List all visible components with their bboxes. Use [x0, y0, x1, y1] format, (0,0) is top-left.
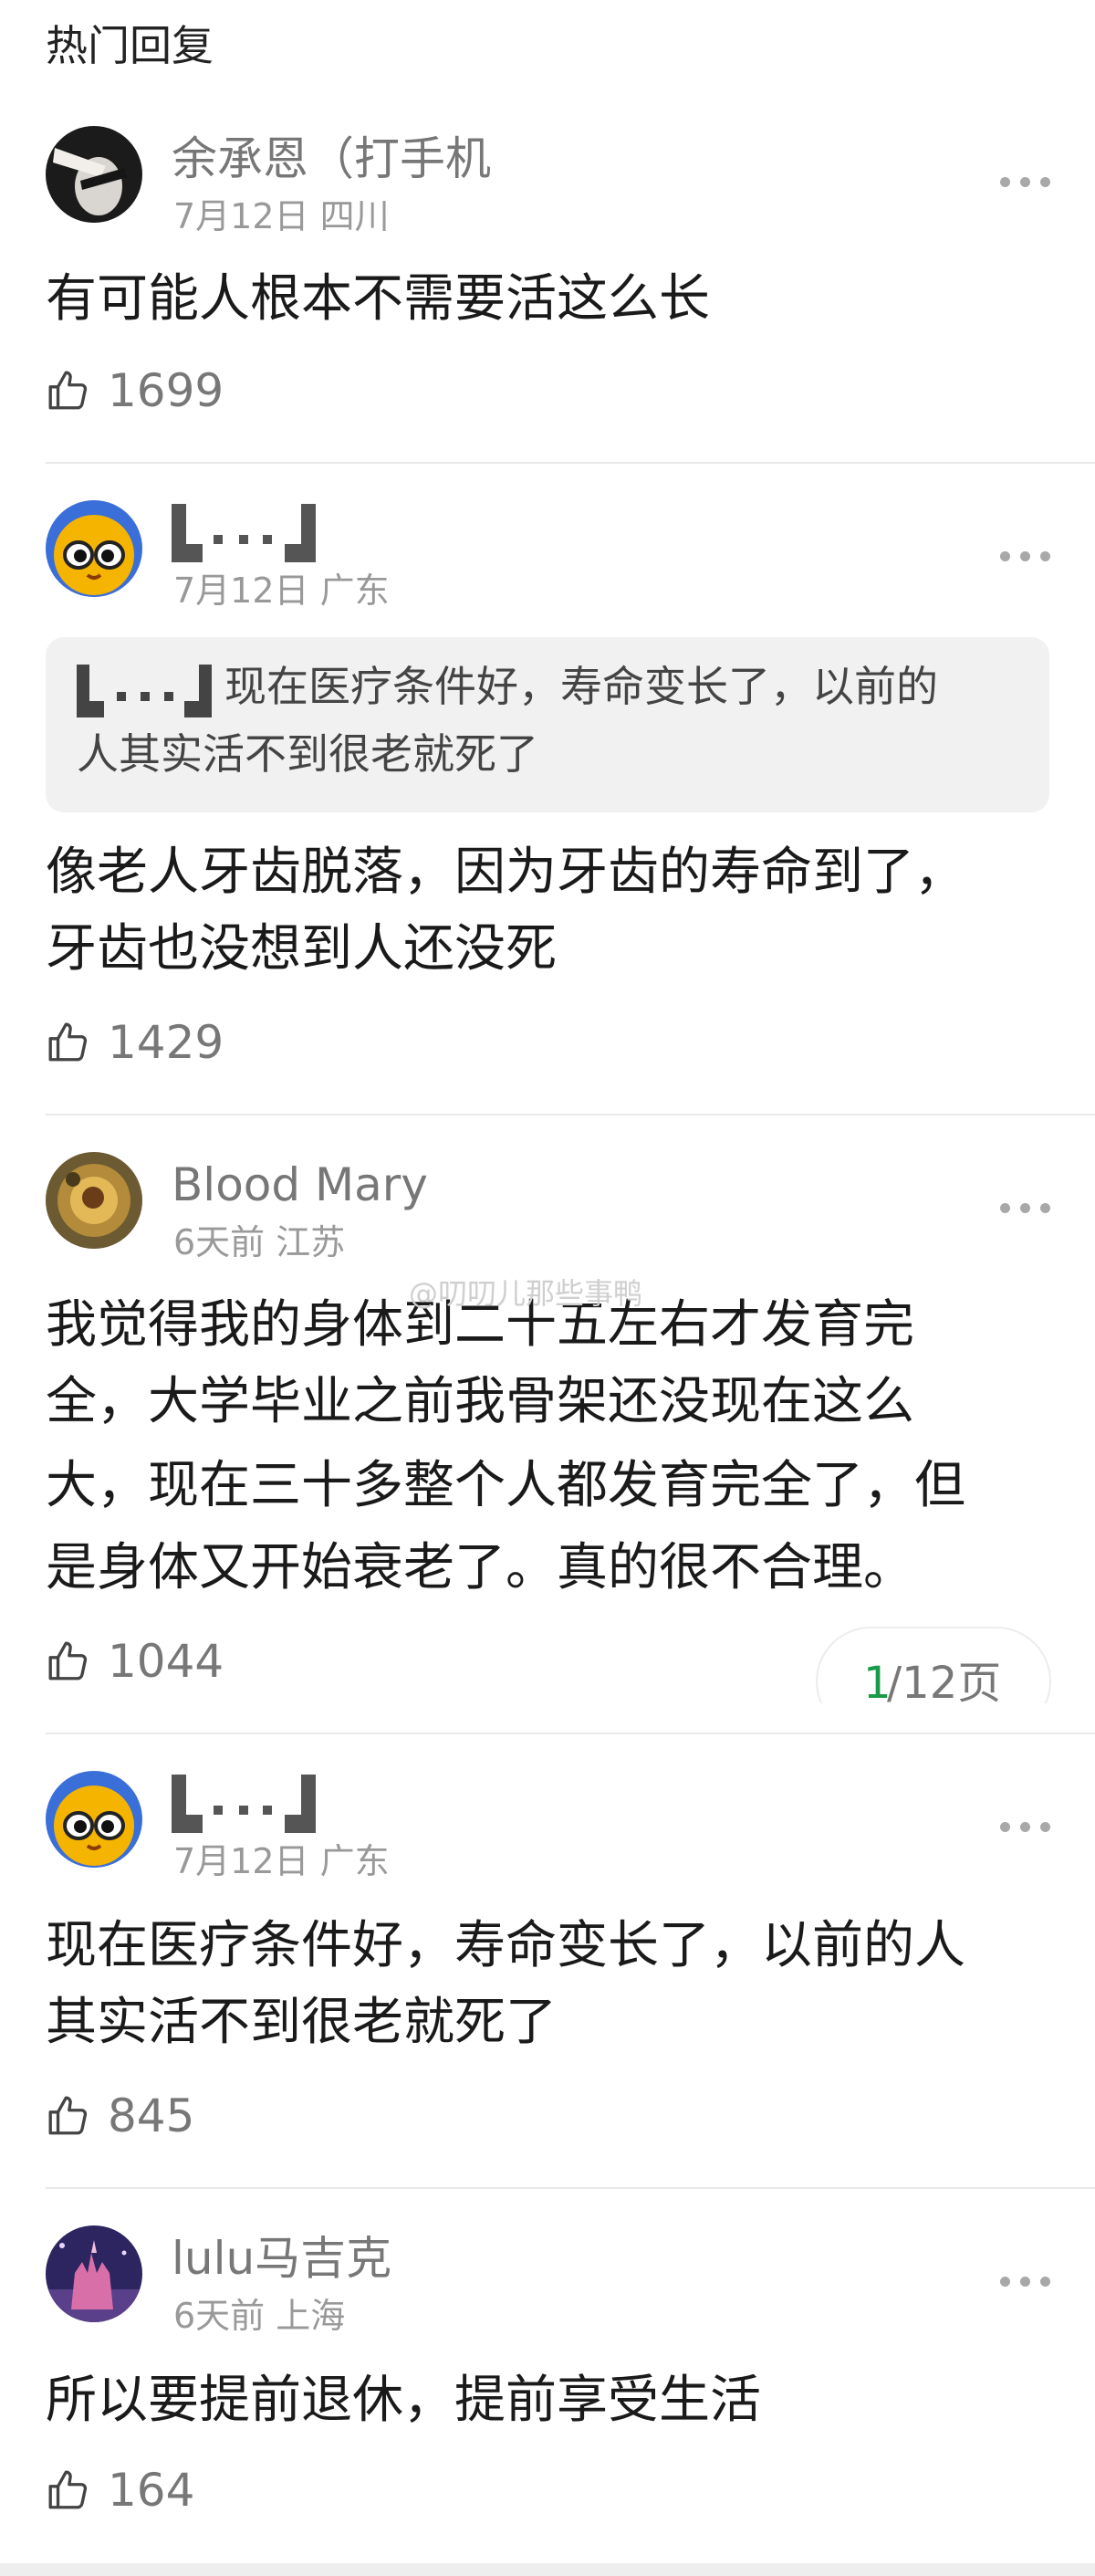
comment-date: 7月12日: [173, 196, 309, 236]
comment-meta: 6天前 上海: [173, 2293, 345, 2339]
comment-location: 江苏: [276, 1222, 346, 1262]
more-dots-icon[interactable]: [1000, 1203, 1051, 1216]
avatar[interactable]: [46, 126, 142, 223]
like-count: 1429: [108, 1016, 224, 1069]
divider: [46, 2187, 1095, 2189]
comment-date: 6天前: [173, 2296, 266, 2336]
username[interactable]: lulu马吉克: [172, 2229, 391, 2288]
avatar[interactable]: [46, 1771, 142, 1868]
like-button[interactable]: 164: [46, 2463, 194, 2518]
thumbs-up-icon: [48, 2096, 88, 2135]
more-dots-icon[interactable]: [1000, 1822, 1051, 1835]
comment-meta: 7月12日 广东: [173, 1838, 390, 1884]
thumbs-up-icon: [48, 1641, 88, 1681]
thumbs-up-icon: [48, 1022, 88, 1062]
like-count: 164: [108, 2464, 195, 2517]
comment-text: 像老人牙齿脱落，因为牙齿的寿命到了，: [46, 843, 965, 902]
more-dots-icon[interactable]: [1000, 2277, 1051, 2289]
comment-meta: 7月12日 四川: [173, 194, 390, 239]
comment-location: 广东: [319, 1841, 390, 1881]
quoted-username-redacted: [77, 665, 212, 717]
avatar[interactable]: [46, 1152, 142, 1249]
comment-text: 有可能人根本不需要活这么长: [46, 269, 710, 329]
thumbs-up-icon: [48, 2470, 88, 2509]
pager-clip: [803, 1703, 1068, 1740]
thumbs-up-icon: [48, 371, 88, 410]
comment-location: 上海: [276, 2296, 346, 2336]
username[interactable]: 余承恩（打手机: [172, 130, 491, 188]
like-count: 845: [108, 2089, 195, 2142]
comment-date: 6天前: [173, 1222, 266, 1262]
like-button[interactable]: 845: [46, 2089, 194, 2143]
username-redacted[interactable]: [172, 1775, 318, 1837]
section-title: 热门回复: [46, 21, 214, 70]
like-button[interactable]: 1699: [46, 363, 224, 418]
comment-text: 全，大学毕业之前我骨架还没现在这么: [46, 1372, 914, 1431]
username[interactable]: Blood Mary: [172, 1156, 428, 1214]
more-dots-icon[interactable]: [1000, 177, 1051, 190]
more-dots-icon[interactable]: [1000, 551, 1051, 564]
avatar[interactable]: [46, 2225, 142, 2322]
comment-date: 7月12日: [173, 1841, 309, 1881]
divider: [46, 462, 1095, 464]
like-count: 1044: [108, 1635, 224, 1688]
like-count: 1699: [108, 364, 224, 417]
comment-location: 广东: [319, 571, 390, 611]
comment-text: 现在医疗条件好，寿命变长了，以前的人: [46, 1916, 965, 1975]
quoted-text: 人其实活不到很老就死了: [77, 729, 538, 779]
watermark: @叨叨儿那些事鸭: [409, 1276, 643, 1311]
avatar[interactable]: [46, 500, 142, 597]
comment-meta: 7月12日 广东: [173, 568, 390, 613]
divider: [46, 1114, 1095, 1115]
comment-text: 是身体又开始衰老了。真的很不合理。: [46, 1538, 914, 1597]
like-button[interactable]: 1044: [46, 1634, 224, 1689]
comment-meta: 6天前 江苏: [173, 1220, 345, 1265]
comment-text: 所以要提前退休，提前享受生活: [46, 2371, 761, 2430]
comment-date: 7月12日: [173, 571, 309, 611]
comment-text: 牙齿也没想到人还没死: [46, 919, 557, 979]
quoted-text: 现在医疗条件好，寿命变长了，以前的: [224, 662, 938, 711]
comment-location: 四川: [319, 196, 390, 236]
divider: [46, 1733, 1095, 1734]
username-redacted[interactable]: [172, 504, 318, 566]
comment-text: 其实活不到很老就死了: [46, 1993, 557, 2052]
comment-text: 大，现在三十多整个人都发育完全了，但: [46, 1456, 965, 1515]
like-button[interactable]: 1429: [46, 1015, 224, 1070]
bottom-bar: [0, 2563, 1095, 2576]
quoted-reply[interactable]: 现在医疗条件好，寿命变长了，以前的 人其实活不到很老就死了: [46, 637, 1049, 812]
